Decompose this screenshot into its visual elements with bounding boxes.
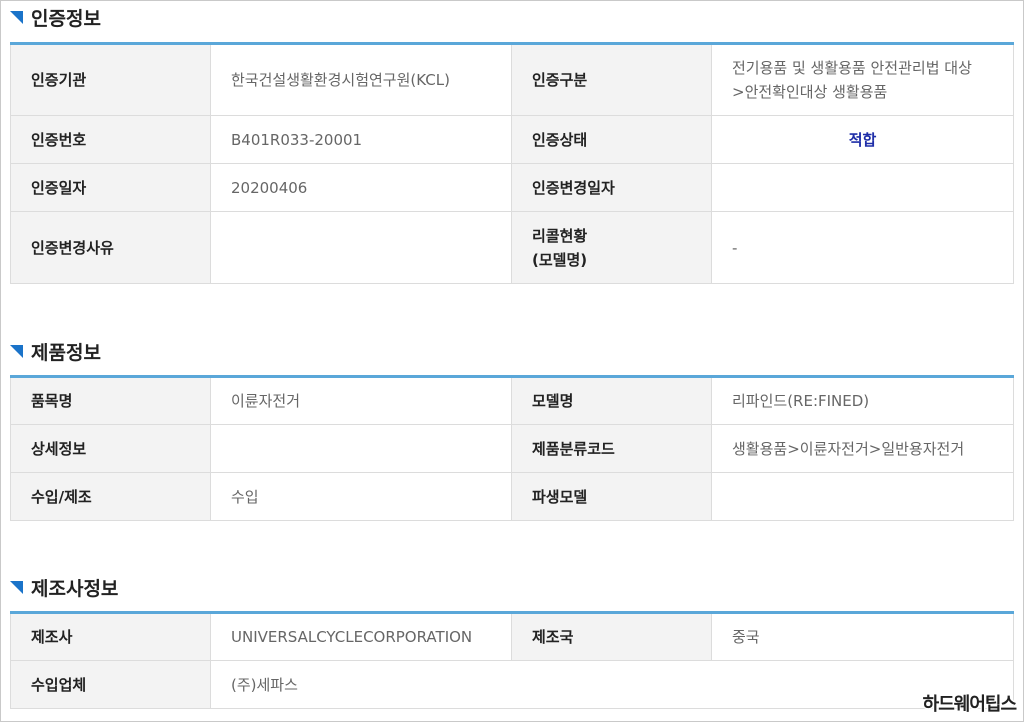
- recall-label-line2: (모델명): [532, 250, 588, 269]
- table-row: 제조사 UNIVERSALCYCLECORPORATION 제조국 중국: [10, 612, 1014, 661]
- cert-section: 인증정보 인증기관 한국건설생활환경시험연구원(KCL) 인증구분 전기용품 및…: [10, 1, 1014, 284]
- section-marker-icon: [10, 10, 23, 24]
- table-row: 수입/제조 수입 파생모델: [10, 472, 1014, 521]
- change-date-label: 인증변경일자: [511, 163, 712, 212]
- change-reason-label: 인증변경사유: [10, 211, 211, 284]
- date-label: 인증일자: [10, 163, 211, 212]
- section-marker-icon: [10, 344, 23, 358]
- product-table: 품목명 이륜자전거 모델명 리파인드(RE:FINED) 상세정보 제품분류코드…: [10, 375, 1014, 521]
- status-cell: 적합: [711, 115, 1014, 164]
- maker-section-title: 제조사정보: [31, 577, 119, 600]
- agency-value: 한국건설생활환경시험연구원(KCL): [210, 43, 512, 116]
- detail-value: [210, 424, 512, 473]
- cert-section-header: 인증정보: [10, 1, 1013, 33]
- derived-model-value: [711, 472, 1014, 521]
- change-reason-value: [210, 211, 512, 284]
- derived-model-label: 파생모델: [511, 472, 712, 521]
- maker-section-header: 제조사정보: [10, 571, 1013, 603]
- watermark: 하드웨어팁스: [922, 694, 1017, 715]
- category-code-label: 제품분류코드: [511, 424, 712, 473]
- table-row: 품목명 이륜자전거 모델명 리파인드(RE:FINED): [10, 376, 1014, 425]
- status-value: 적합: [848, 130, 877, 149]
- importer-label: 수입업체: [10, 660, 211, 709]
- type-value: 전기용품 및 생활용품 안전관리법 대상 >안전확인대상 생활용품: [711, 43, 1014, 116]
- importer-value: (주)세파스: [210, 660, 1014, 709]
- type-label: 인증구분: [511, 43, 712, 116]
- category-code-value: 생활용품>이륜자전거>일반용자전거: [711, 424, 1014, 473]
- maker-label: 제조사: [10, 612, 211, 661]
- model-value: 리파인드(RE:FINED): [711, 376, 1014, 425]
- type-value-line2: >안전확인대상 생활용품: [732, 83, 888, 101]
- status-label: 인증상태: [511, 115, 712, 164]
- country-value: 중국: [711, 612, 1014, 661]
- product-section: 제품정보 품목명 이륜자전거 모델명 리파인드(RE:FINED) 상세정보 제…: [10, 335, 1014, 521]
- section-marker-icon: [10, 580, 23, 594]
- import-make-value: 수입: [210, 472, 512, 521]
- type-value-line1: 전기용품 및 생활용품 안전관리법 대상: [732, 59, 972, 77]
- cert-section-title: 인증정보: [31, 7, 101, 30]
- table-row: 인증변경사유 리콜현황 (모델명) -: [10, 211, 1014, 284]
- model-label: 모델명: [511, 376, 712, 425]
- cert-table: 인증기관 한국건설생활환경시험연구원(KCL) 인증구분 전기용품 및 생활용품…: [10, 42, 1014, 284]
- table-row: 상세정보 제품분류코드 생활용품>이륜자전거>일반용자전거: [10, 424, 1014, 473]
- item-value: 이륜자전거: [210, 376, 512, 425]
- maker-section: 제조사정보 제조사 UNIVERSALCYCLECORPORATION 제조국 …: [10, 571, 1014, 709]
- table-row: 인증기관 한국건설생활환경시험연구원(KCL) 인증구분 전기용품 및 생활용품…: [10, 43, 1014, 116]
- agency-label: 인증기관: [10, 43, 211, 116]
- maker-table: 제조사 UNIVERSALCYCLECORPORATION 제조국 중국 수입업…: [10, 611, 1014, 709]
- table-row: 인증일자 20200406 인증변경일자: [10, 163, 1014, 212]
- number-value: B401R033-20001: [210, 115, 512, 164]
- maker-value: UNIVERSALCYCLECORPORATION: [210, 612, 512, 661]
- product-section-title: 제품정보: [31, 341, 101, 364]
- country-label: 제조국: [511, 612, 712, 661]
- product-section-header: 제품정보: [10, 335, 1013, 367]
- date-value: 20200406: [210, 163, 512, 212]
- recall-label-line1: 리콜현황: [532, 226, 588, 245]
- table-row: 수입업체 (주)세파스: [10, 660, 1014, 709]
- table-row: 인증번호 B401R033-20001 인증상태 적합: [10, 115, 1014, 164]
- recall-label: 리콜현황 (모델명): [511, 211, 712, 284]
- number-label: 인증번호: [10, 115, 211, 164]
- detail-label: 상세정보: [10, 424, 211, 473]
- item-label: 품목명: [10, 376, 211, 425]
- import-make-label: 수입/제조: [10, 472, 211, 521]
- recall-value: -: [711, 211, 1014, 284]
- change-date-value: [711, 163, 1014, 212]
